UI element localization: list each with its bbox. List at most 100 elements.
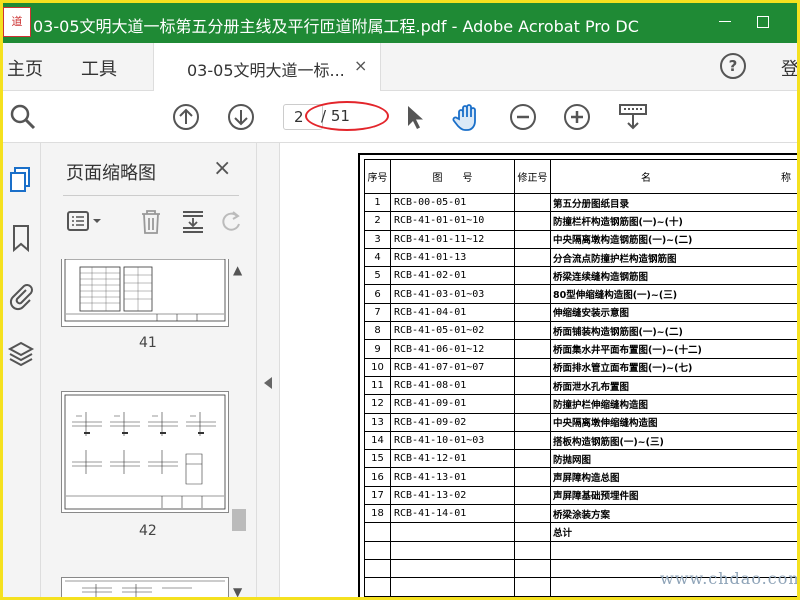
rotate-icon[interactable]: [219, 205, 243, 239]
row-revision: [514, 430, 551, 451]
scroll-mode-icon[interactable]: [617, 101, 649, 133]
collapse-panel-icon[interactable]: [264, 377, 272, 389]
help-button[interactable]: ?: [720, 53, 746, 79]
previous-page-icon[interactable]: [170, 101, 202, 133]
table-row: 3 RCB-41-01-11~12 中央隔离墩构造钢筋图(一)~(二): [364, 229, 797, 249]
row-name: 80型伸缩缝构造图(一)~(三): [550, 284, 797, 304]
row-drawing-code: RCB-41-13-02: [390, 485, 515, 506]
table-row: 5 RCB-41-02-01 桥梁连续缝构造钢筋图: [364, 266, 797, 286]
row-revision: [514, 449, 551, 469]
panel-splitter[interactable]: [256, 143, 280, 597]
scroll-down-icon[interactable]: ▼: [233, 585, 242, 597]
row-number: 6: [364, 284, 391, 304]
row-number: 18: [364, 504, 391, 524]
scroll-up-icon[interactable]: ▲: [233, 263, 242, 277]
row-number: 14: [364, 430, 391, 451]
zoom-out-icon[interactable]: [507, 101, 539, 133]
sign-in-button[interactable]: 登: [781, 55, 797, 81]
header-no: 序号: [364, 159, 391, 194]
panel-close-icon[interactable]: ×: [213, 156, 231, 181]
table-row: 11 RCB-41-08-01 桥面泄水孔布置图: [364, 375, 797, 396]
row-drawing-code: RCB-41-08-01: [390, 375, 515, 396]
document-view: 序号 图 号 修正号 名 称 1 RCB-00-05-01 第五分册图纸目录 2 RCB…: [280, 143, 800, 597]
header-drawing-no: 图 号: [390, 159, 515, 194]
row-drawing-code: RCB-41-01-01~10: [390, 211, 515, 231]
row-revision: [514, 412, 551, 432]
hand-tool-icon[interactable]: [451, 101, 483, 133]
zoom-in-icon[interactable]: [561, 101, 593, 133]
tab-close-icon[interactable]: ×: [354, 56, 367, 75]
row-revision: [514, 357, 551, 377]
thumbnail-page-number: 41: [139, 335, 157, 351]
thumbnail-scrollbar[interactable]: ▲ ▼: [229, 261, 249, 597]
attachment-icon[interactable]: [7, 281, 35, 311]
thumbnail-options-icon[interactable]: [65, 205, 105, 239]
row-drawing-code: RCB-41-09-01: [390, 394, 515, 414]
extract-pages-icon[interactable]: [179, 205, 207, 239]
app-logo-icon: 道: [3, 7, 31, 37]
row-number: [364, 522, 391, 542]
page-thumbnails-icon[interactable]: [7, 165, 35, 195]
tab-document[interactable]: 03-05文明大道一标... ×: [153, 43, 381, 91]
page-thumbnail-43[interactable]: [61, 577, 229, 597]
next-page-icon[interactable]: [225, 101, 257, 133]
delete-icon[interactable]: [137, 205, 165, 239]
table-row: 6 RCB-41-03-01~03 80型伸缩缝构造图(一)~(三): [364, 284, 797, 304]
table-row: 4 RCB-41-01-13 分合流点防撞护栏构造钢筋图: [364, 247, 797, 268]
table-row: 总计: [364, 522, 797, 542]
row-revision: [514, 247, 551, 268]
row-number: 2: [364, 211, 391, 231]
row-name: 桥面泄水孔布置图: [550, 375, 797, 396]
window-title: 03-05文明大道一标第五分册主线及平行匝道附属工程.pdf - Adobe A…: [33, 17, 639, 36]
row-revision: [514, 375, 551, 396]
thumbnail-panel: 页面缩略图 × 41 42 ▲ ▼: [41, 143, 256, 597]
table-row: 18 RCB-41-14-01 桥梁涂装方案: [364, 504, 797, 524]
row-number: 4: [364, 247, 391, 268]
row-drawing-code: RCB-41-04-01: [390, 302, 515, 323]
row-revision: [514, 229, 551, 249]
row-revision: [514, 266, 551, 286]
pdf-page: 序号 图 号 修正号 名 称 1 RCB-00-05-01 第五分册图纸目录 2 RCB…: [358, 153, 797, 597]
row-revision: [514, 504, 551, 524]
minimize-button[interactable]: [715, 11, 735, 31]
row-drawing-code: RCB-41-06-01~12: [390, 339, 515, 359]
tab-document-label: 03-05文明大道一标...: [187, 61, 345, 80]
row-name: 中央隔离墩伸缩缝构造图: [550, 412, 797, 432]
bookmark-icon[interactable]: [7, 223, 35, 253]
table-row: 17 RCB-41-13-02 声屏障基础预埋件图: [364, 485, 797, 506]
table-row: 9 RCB-41-06-01~12 桥面集水井平面布置图(一)~(十二): [364, 339, 797, 359]
select-cursor-icon[interactable]: [399, 101, 431, 133]
row-name: 桥面排水管立面布置图(一)~(七): [550, 357, 797, 377]
row-revision: [514, 394, 551, 414]
acrobat-window: 道 03-05文明大道一标第五分册主线及平行匝道附属工程.pdf - Adobe…: [0, 0, 800, 600]
divider: [63, 195, 239, 196]
table-row: 13 RCB-41-09-02 中央隔离墩伸缩缝构造图: [364, 412, 797, 432]
page-thumbnail-42[interactable]: [61, 391, 229, 513]
table-row: 8 RCB-41-05-01~02 桥面铺装构造钢筋图(一)~(二): [364, 321, 797, 341]
menu-tools[interactable]: 工具: [81, 55, 117, 81]
table-row: 14 RCB-41-10-01~03 搭板构造钢筋图(一)~(三): [364, 430, 797, 451]
row-drawing-code: RCB-41-13-01: [390, 467, 515, 487]
maximize-button[interactable]: [757, 16, 769, 28]
scrollbar-thumb[interactable]: [232, 509, 246, 531]
drawing-index-table: 序号 图 号 修正号 名 称 1 RCB-00-05-01 第五分册图纸目录 2 RCB…: [364, 159, 797, 597]
row-number: 16: [364, 467, 391, 487]
row-revision: [514, 540, 551, 560]
table-row: [364, 540, 797, 560]
tab-bar: 主页 工具 03-05文明大道一标... × ? 登: [3, 43, 797, 91]
table-row: 7 RCB-41-04-01 伸缩缝安装示意图: [364, 302, 797, 323]
menu-home[interactable]: 主页: [7, 55, 43, 81]
row-number: 3: [364, 229, 391, 249]
row-drawing-code: RCB-41-10-01~03: [390, 430, 515, 451]
search-icon[interactable]: [7, 101, 39, 133]
row-drawing-code: RCB-41-03-01~03: [390, 284, 515, 304]
row-drawing-code: RCB-41-07-01~07: [390, 357, 515, 377]
layers-icon[interactable]: [7, 339, 35, 369]
row-number: 8: [364, 321, 391, 341]
page-thumbnail-41[interactable]: [61, 259, 229, 327]
row-name: 防抛网图: [550, 449, 797, 469]
watermark: www.chdao.com: [660, 569, 800, 588]
row-drawing-code: RCB-41-14-01: [390, 504, 515, 524]
title-bar: 道 03-05文明大道一标第五分册主线及平行匝道附属工程.pdf - Adobe…: [3, 3, 797, 43]
row-revision: [514, 211, 551, 231]
